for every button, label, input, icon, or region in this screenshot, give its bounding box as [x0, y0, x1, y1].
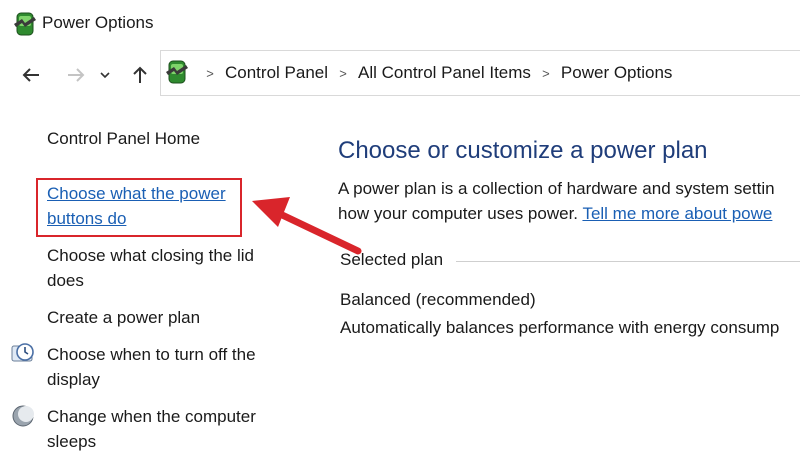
power-options-icon: [14, 12, 36, 36]
sidebar-item-control-panel-home[interactable]: Control Panel Home: [47, 126, 200, 151]
power-options-icon: [166, 60, 188, 84]
back-button[interactable]: [17, 61, 45, 89]
window-title: Power Options: [42, 13, 154, 32]
sidebar-item-label: Create a power plan: [47, 308, 201, 327]
sidebar-item-label: sleeps: [47, 432, 97, 451]
arrow-right-icon: [68, 68, 85, 82]
main-content: Choose or customize a power plan A power…: [338, 100, 800, 450]
up-button[interactable]: [126, 61, 154, 89]
display-clock-icon: [11, 343, 34, 362]
tell-me-more-link[interactable]: Tell me more about powe: [582, 204, 772, 223]
sidebar-item-label: does: [47, 271, 84, 290]
breadcrumb-control-panel[interactable]: Control Panel: [225, 63, 328, 83]
arrow-left-icon: [22, 68, 39, 82]
description-text: how your computer uses power.: [338, 204, 583, 223]
breadcrumb-separator: >: [542, 65, 550, 81]
sidebar-item-label: display: [47, 370, 100, 389]
sidebar-item-computer-sleeps[interactable]: Change when the computer sleeps: [47, 404, 256, 454]
breadcrumb-separator: >: [339, 65, 347, 81]
moon-icon: [12, 405, 34, 427]
arrow-up-icon: [133, 66, 147, 83]
breadcrumb-power-options[interactable]: Power Options: [561, 63, 673, 83]
plan-name: Balanced (recommended): [340, 290, 536, 309]
sidebar-item-turn-off-display[interactable]: Choose when to turn off the display: [47, 342, 256, 392]
group-divider: [456, 261, 800, 262]
plan-description: Automatically balances performance with …: [340, 318, 780, 337]
sidebar-item-label: Choose what the power: [47, 184, 226, 203]
title-bar: Power Options: [0, 0, 800, 48]
forward-button[interactable]: [62, 61, 90, 89]
selected-plan-label: Selected plan: [340, 250, 444, 269]
description-line: A power plan is a collection of hardware…: [338, 179, 775, 198]
page-description: A power plan is a collection of hardware…: [338, 176, 775, 226]
sidebar-item-power-buttons[interactable]: Choose what the power buttons do: [47, 181, 226, 231]
sidebar-item-label: Choose what closing the lid: [47, 246, 254, 265]
sidebar-item-label: Change when the computer: [47, 407, 256, 426]
description-line: how your computer uses power. Tell me mo…: [338, 201, 775, 226]
sidebar-item-label: buttons do: [47, 209, 127, 228]
address-bar[interactable]: > Control Panel > All Control Panel Item…: [160, 50, 800, 96]
sidebar-item-label: Choose when to turn off the: [47, 345, 256, 364]
sidebar-item-closing-lid[interactable]: Choose what closing the lid does: [47, 243, 254, 293]
sidebar: Control Panel Home Choose what the power…: [0, 100, 310, 451]
page-title: Choose or customize a power plan: [338, 137, 708, 164]
breadcrumb: > Control Panel > All Control Panel Item…: [195, 51, 672, 95]
chevron-down-icon: [100, 72, 110, 79]
sidebar-item-create-plan[interactable]: Create a power plan: [47, 305, 200, 330]
breadcrumb-separator: >: [206, 65, 214, 81]
breadcrumb-all-items[interactable]: All Control Panel Items: [358, 63, 531, 83]
recent-locations-button[interactable]: [96, 61, 114, 89]
